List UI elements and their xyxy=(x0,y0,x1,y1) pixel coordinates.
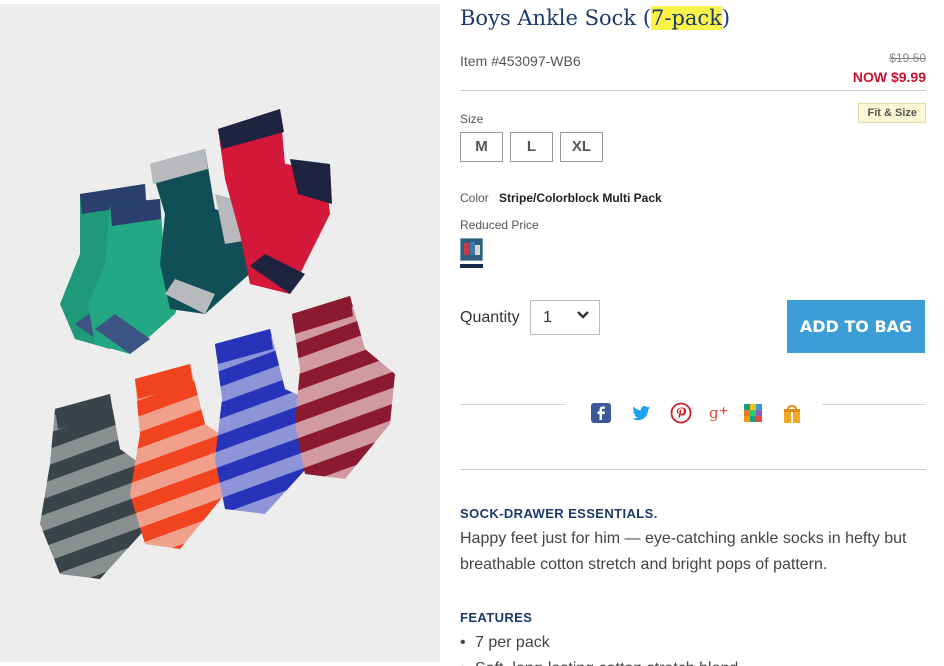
description-heading: SOCK-DRAWER ESSENTIALS. xyxy=(460,506,658,521)
share-divider-right xyxy=(822,404,926,405)
title-highlight: 7-pack xyxy=(651,6,722,30)
facebook-icon[interactable] xyxy=(590,402,612,424)
item-number: Item #453097-WB6 xyxy=(460,53,581,69)
color-label: Color xyxy=(460,191,489,205)
svg-text:g: g xyxy=(709,404,719,422)
gift-bag-icon[interactable] xyxy=(781,402,803,424)
size-label: Size xyxy=(460,112,484,126)
chevron-down-icon xyxy=(577,311,589,319)
colorful-grid-icon[interactable] xyxy=(742,402,764,424)
google-plus-icon[interactable]: g + xyxy=(709,402,731,424)
svg-text:+: + xyxy=(719,404,728,417)
pinterest-icon[interactable] xyxy=(670,402,692,424)
quantity-select[interactable]: 1 xyxy=(530,300,600,335)
add-to-bag-button[interactable]: ADD TO BAG xyxy=(787,300,925,353)
product-title: Boys Ankle Sock (7-pack) xyxy=(460,6,731,30)
divider xyxy=(460,469,926,470)
size-option-l[interactable]: L xyxy=(510,132,553,162)
features-list: 7 per pack Soft, long-lasting cotton str… xyxy=(460,630,880,666)
list-item: 7 per pack xyxy=(460,630,880,656)
color-swatch[interactable] xyxy=(460,238,483,270)
description-body: Happy feet just for him — eye-catching a… xyxy=(460,530,907,573)
original-price: $19.50 xyxy=(889,51,926,65)
product-image[interactable] xyxy=(0,4,440,662)
size-option-xl[interactable]: XL xyxy=(560,132,603,162)
swatch-selected-bar xyxy=(460,264,483,268)
color-value: Stripe/Colorblock Multi Pack xyxy=(499,191,662,205)
sale-price: NOW $9.99 xyxy=(852,69,926,85)
twitter-icon[interactable] xyxy=(630,402,652,424)
divider xyxy=(460,90,926,91)
quantity-label: Quantity xyxy=(460,309,520,326)
size-option-m[interactable]: M xyxy=(460,132,503,162)
list-item: Soft, long-lasting cotton stretch blend xyxy=(460,656,880,666)
reduced-price-label: Reduced Price xyxy=(460,218,539,232)
share-divider-left xyxy=(460,404,566,405)
features-heading: FEATURES xyxy=(460,610,533,625)
swatch-image xyxy=(460,238,483,261)
fit-size-button[interactable]: Fit & Size xyxy=(858,103,926,123)
quantity-value: 1 xyxy=(543,309,552,326)
